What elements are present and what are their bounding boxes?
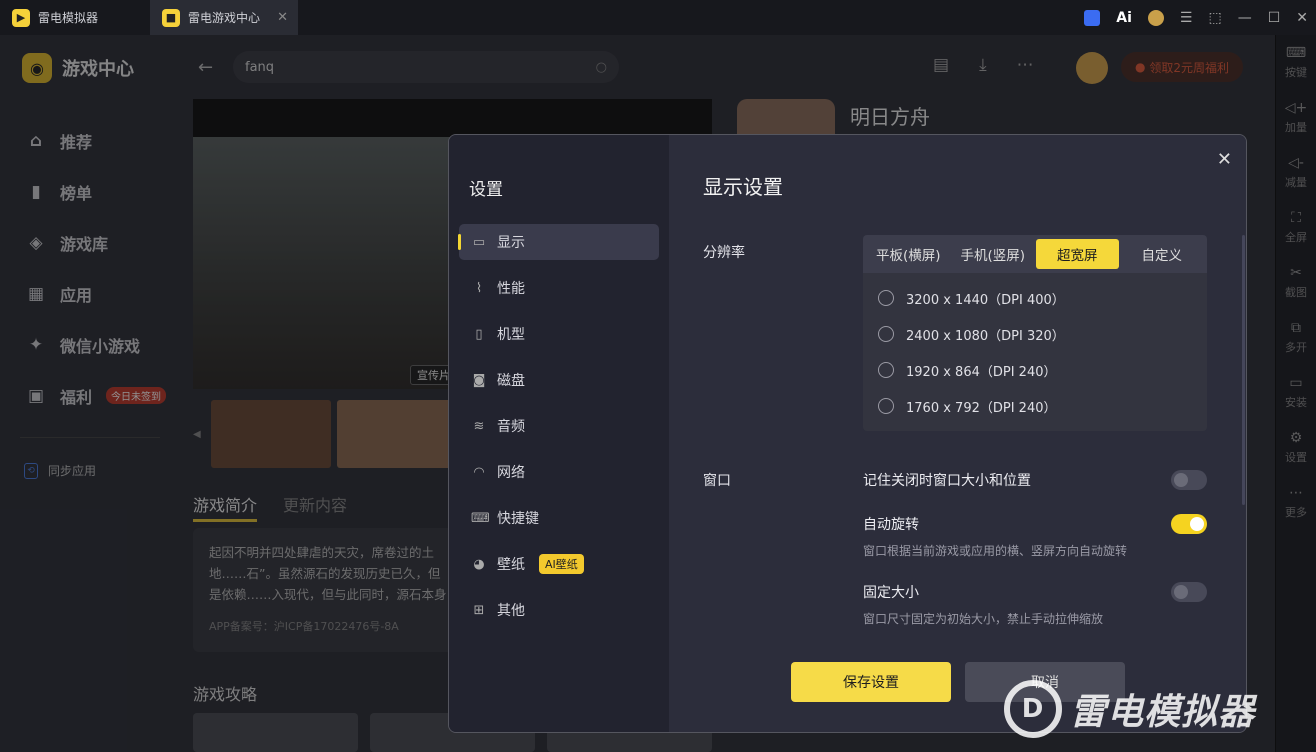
menu-label: 快捷键: [497, 511, 539, 527]
option-desc: 窗口根据当前游戏或应用的横、竖屏方向自动旋转: [863, 544, 1128, 558]
tab-tablet-landscape[interactable]: 平板(横屏): [867, 239, 950, 269]
menu-item-wallpaper[interactable]: ◕ 壁纸 AI壁纸: [459, 546, 659, 582]
save-button[interactable]: 保存设置: [791, 662, 951, 702]
option-desc: 窗口尺寸固定为初始大小，禁止手动拉伸缩放: [863, 612, 1104, 626]
menu-label: 壁纸: [497, 557, 525, 573]
tab-custom[interactable]: 自定义: [1121, 239, 1204, 269]
settings-title: 设置: [469, 180, 503, 200]
menu-label: 机型: [497, 327, 525, 343]
tab-emulator[interactable]: ▶ 雷电模拟器: [0, 0, 150, 35]
palette-icon: ◕: [473, 556, 485, 572]
keyboard-icon: ⌨: [471, 510, 490, 526]
menu-label: 音频: [497, 419, 525, 435]
audio-wave-icon: ≋: [473, 418, 485, 434]
menu-label: 网络: [497, 465, 525, 481]
resolution-option[interactable]: 3200 x 1440（DPI 400）: [878, 280, 1192, 316]
resolution-options: 3200 x 1440（DPI 400） 2400 x 1080（DPI 320…: [863, 273, 1207, 431]
close-icon[interactable]: ✕: [1217, 149, 1232, 170]
window-label: 窗口: [703, 473, 731, 489]
grid-icon: ⊞: [473, 602, 485, 618]
menu-item-shortcuts[interactable]: ⌨ 快捷键: [459, 500, 659, 536]
option-fixed-size: 固定大小 窗口尺寸固定为初始大小，禁止手动拉伸缩放: [863, 582, 1207, 627]
tab-close-icon[interactable]: ✕: [277, 10, 288, 25]
tab-ultrawide[interactable]: 超宽屏: [1036, 239, 1119, 269]
menu-icon[interactable]: ☰: [1180, 10, 1193, 26]
menu-item-disk[interactable]: ◙ 磁盘: [459, 362, 659, 398]
resolution-label: 1920 x 864（DPI 240）: [906, 364, 1057, 380]
phone-icon: ▯: [475, 326, 483, 342]
menu-label: 其他: [497, 603, 525, 619]
menu-item-device[interactable]: ▯ 机型: [459, 316, 659, 352]
ai-wallpaper-badge: AI壁纸: [539, 554, 584, 574]
option-auto-rotate: 自动旋转 窗口根据当前游戏或应用的横、竖屏方向自动旋转: [863, 514, 1207, 559]
performance-icon: ⌇: [475, 280, 483, 296]
menu-item-performance[interactable]: ⌇ 性能: [459, 270, 659, 306]
toggle-remember-window[interactable]: [1171, 470, 1207, 490]
monitor-icon: ▭: [472, 234, 486, 250]
option-title: 固定大小: [863, 585, 919, 601]
menu-label: 显示: [497, 235, 525, 251]
resolution-mode-tabs: 平板(横屏) 手机(竖屏) 超宽屏 自定义: [863, 235, 1207, 273]
maximize-icon[interactable]: ☐: [1268, 10, 1281, 26]
menu-item-audio[interactable]: ≋ 音频: [459, 408, 659, 444]
watermark-text: 雷电模拟器: [1070, 692, 1256, 733]
menu-item-network[interactable]: ◠ 网络: [459, 454, 659, 490]
gamepad-logo-icon: ■: [162, 8, 180, 27]
scrollbar[interactable]: [1242, 235, 1245, 505]
option-title: 记住关闭时窗口大小和位置: [863, 473, 1031, 489]
watermark: D 雷电模拟器: [1004, 680, 1255, 738]
ai-icon[interactable]: Ai: [1116, 10, 1132, 26]
tab-label: 雷电游戏中心: [188, 11, 261, 25]
resolution-label: 1760 x 792（DPI 240）: [906, 400, 1057, 416]
menu-label: 磁盘: [497, 373, 525, 389]
settings-dialog: 设置 ▭ 显示 ⌇ 性能 ▯ 机型 ◙ 磁盘 ≋ 音频 ◠ 网络 ⌨ 快捷键 ◕ 壁纸 AI壁纸 …: [448, 134, 1247, 733]
title-bar: ▶ 雷电模拟器 ■ 雷电游戏中心 ✕ Ai ☰ ⬚ — ☐ ✕: [0, 0, 1316, 35]
resolution-option[interactable]: 1920 x 864（DPI 240）: [878, 352, 1192, 388]
restore-icon[interactable]: ⬚: [1208, 10, 1221, 26]
resolution-label: 2400 x 1080（DPI 320）: [906, 328, 1065, 344]
radio-button[interactable]: [878, 326, 894, 342]
disk-icon: ◙: [472, 372, 486, 388]
toggle-auto-rotate[interactable]: [1171, 514, 1207, 534]
radio-button[interactable]: [878, 398, 894, 414]
tab-phone-portrait[interactable]: 手机(竖屏): [952, 239, 1035, 269]
settings-sidebar: 设置 ▭ 显示 ⌇ 性能 ▯ 机型 ◙ 磁盘 ≋ 音频 ◠ 网络 ⌨ 快捷键 ◕ 壁纸 AI壁纸 …: [449, 135, 669, 732]
option-title: 自动旋转: [863, 517, 919, 533]
minimize-icon[interactable]: —: [1238, 10, 1252, 26]
tab-game-center[interactable]: ■ 雷电游戏中心 ✕: [150, 0, 298, 35]
display-settings-title: 显示设置: [703, 175, 783, 199]
close-window-icon[interactable]: ✕: [1296, 10, 1308, 26]
menu-item-display[interactable]: ▭ 显示: [458, 224, 659, 260]
window-controls: Ai ☰ ⬚ — ☐ ✕: [1084, 0, 1308, 35]
wifi-icon: ◠: [473, 464, 485, 480]
radio-button[interactable]: [878, 290, 894, 306]
ldplayer-logo-icon: D: [1004, 680, 1062, 738]
settings-content: 显示设置 ✕ 分辨率 平板(横屏) 手机(竖屏) 超宽屏 自定义 3200 x …: [669, 135, 1246, 732]
radio-button[interactable]: [878, 362, 894, 378]
resolution-label: 分辨率: [703, 245, 745, 261]
toggle-fixed-size[interactable]: [1171, 582, 1207, 602]
settings-menu: ▭ 显示 ⌇ 性能 ▯ 机型 ◙ 磁盘 ≋ 音频 ◠ 网络 ⌨ 快捷键 ◕ 壁纸 AI壁纸 ⊞ 其他: [458, 224, 659, 638]
user-avatar-icon[interactable]: [1147, 9, 1164, 26]
ldplayer-logo-icon: ▶: [12, 8, 30, 27]
resolution-label: 3200 x 1440（DPI 400）: [906, 292, 1065, 308]
resolution-option[interactable]: 2400 x 1080（DPI 320）: [878, 316, 1192, 352]
option-remember-window: 记住关闭时窗口大小和位置: [863, 470, 1207, 490]
boost-icon[interactable]: [1084, 9, 1101, 26]
menu-item-other[interactable]: ⊞ 其他: [459, 592, 659, 628]
menu-label: 性能: [497, 281, 525, 297]
tab-label: 雷电模拟器: [38, 11, 99, 25]
resolution-option[interactable]: 1760 x 792（DPI 240）: [878, 388, 1192, 424]
